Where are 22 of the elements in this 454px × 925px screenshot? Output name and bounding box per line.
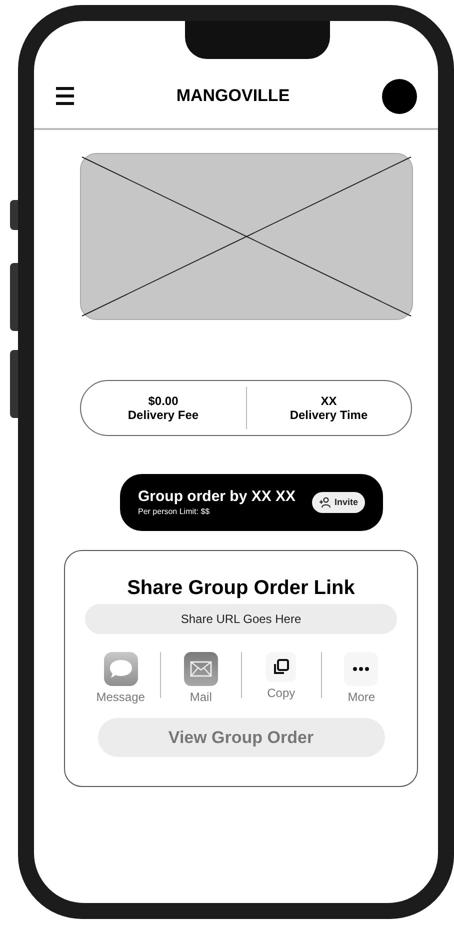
info-label: Delivery Time [290,408,368,422]
share-option-label: Copy [267,686,296,700]
info-label: Delivery Fee [128,408,199,422]
mail-icon[interactable] [184,652,218,686]
copy-icon[interactable] [266,652,296,682]
share-option-label: More [348,690,376,704]
spending-limit: Per person Limit: $$ [138,506,211,518]
menu-icon[interactable] [56,87,74,105]
group-order-title: Group order by XX XX [138,488,296,506]
app-title: MANGOVILLE [176,85,290,108]
share-title: Share Group Order Link [127,576,355,601]
share-url-field[interactable]: Share URL Goes Here [85,604,397,634]
share-option-label: Message [96,690,145,704]
share-option-label: Mail [190,690,212,704]
more-icon[interactable] [344,652,378,686]
invite-button[interactable]: Invite [312,492,365,513]
view-group-order-button[interactable]: View Group Order [98,718,384,757]
info-value: $0.00 [148,394,178,408]
add-person-icon [319,497,332,508]
avatar[interactable] [382,78,417,114]
message-icon[interactable] [104,652,138,686]
info-value: XX [320,394,337,408]
